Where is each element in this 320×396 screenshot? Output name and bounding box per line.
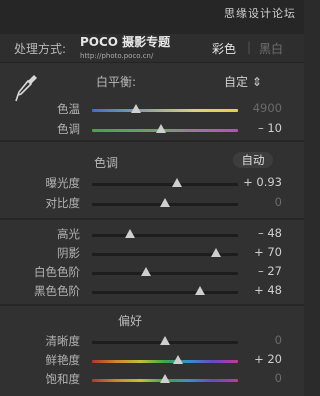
- white-balance-preset-select[interactable]: 自定 ⇕: [224, 73, 262, 90]
- slider-thumb[interactable]: [141, 267, 152, 276]
- watermark-text: 思缘设计论坛: [224, 7, 296, 20]
- slider-label: 饱和度: [45, 372, 81, 386]
- slider-thumb[interactable]: [211, 248, 222, 257]
- slider-label: 曝光度: [45, 176, 81, 190]
- slider-value[interactable]: 0: [222, 195, 282, 209]
- mode-separator: |: [247, 40, 252, 54]
- slider-label: 色调: [57, 122, 80, 136]
- slider-track[interactable]: [92, 183, 238, 186]
- slider-value[interactable]: + 0.93: [222, 175, 282, 189]
- slider-track[interactable]: [92, 360, 238, 363]
- slider-value[interactable]: + 48: [222, 283, 282, 297]
- slider-label: 鲜艳度: [45, 353, 81, 367]
- slider-thumb[interactable]: [124, 229, 135, 238]
- slider-label: 阴影: [57, 246, 80, 260]
- presence-title: 偏好: [118, 314, 143, 328]
- slider-label: 清晰度: [45, 334, 81, 348]
- slider-value[interactable]: – 10: [222, 121, 282, 135]
- slider-value[interactable]: + 20: [222, 352, 282, 366]
- slider-thumb[interactable]: [160, 374, 170, 383]
- bw-mode-button[interactable]: 黑白: [259, 40, 283, 57]
- poco-logo-main: POCO 摄影专题: [80, 35, 171, 49]
- slider-thumb[interactable]: [160, 198, 170, 207]
- slider-label: 黑色色阶: [34, 284, 80, 298]
- slider-value[interactable]: 4900: [222, 101, 282, 115]
- color-mode-button[interactable]: 彩色: [212, 40, 236, 57]
- slider-label: 色温: [57, 102, 80, 116]
- slider-thumb[interactable]: [155, 124, 166, 133]
- slider-value[interactable]: + 70: [222, 245, 282, 259]
- slider-label: 对比度: [45, 196, 81, 210]
- slider-value[interactable]: – 48: [222, 226, 282, 240]
- slider-thumb[interactable]: [171, 178, 182, 187]
- slider-thumb[interactable]: [173, 355, 184, 364]
- slider-label: 白色色阶: [34, 265, 80, 279]
- treatment-label: 处理方式:: [14, 42, 67, 56]
- slider-track[interactable]: [92, 234, 238, 237]
- slider-thumb[interactable]: [160, 336, 170, 345]
- slider-thumb[interactable]: [130, 104, 141, 113]
- poco-logo: POCO 摄影专题 http://photo.poco.cn/: [80, 36, 170, 62]
- slider-track[interactable]: [92, 291, 238, 294]
- slider-value[interactable]: 0: [222, 371, 282, 385]
- slider-track[interactable]: [92, 272, 238, 275]
- slider-value[interactable]: 0: [222, 333, 282, 347]
- slider-track[interactable]: [92, 109, 238, 112]
- slider-value[interactable]: – 27: [222, 264, 282, 278]
- slider-thumb[interactable]: [195, 286, 206, 295]
- tone-title: 色调: [94, 156, 119, 170]
- auto-tone-button[interactable]: 自动: [233, 152, 273, 168]
- poco-logo-url: http://photo.poco.cn/: [80, 52, 154, 60]
- white-balance-label: 白平衡:: [96, 75, 137, 89]
- slider-label: 高光: [57, 227, 80, 241]
